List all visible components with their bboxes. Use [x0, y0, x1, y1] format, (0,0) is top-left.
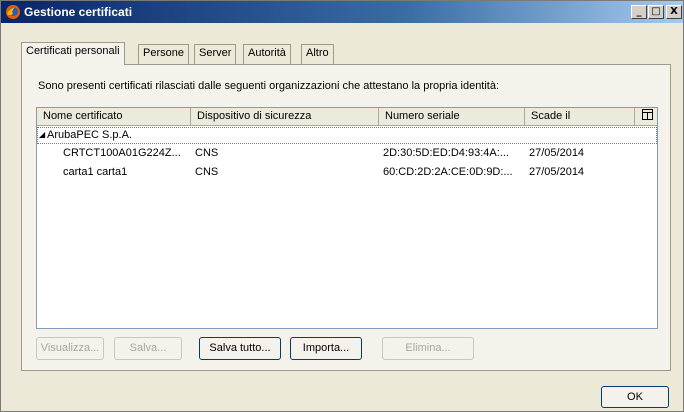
tab-panel: Sono presenti certificati rilasciati dal…: [21, 64, 671, 371]
tab-authorities[interactable]: Autorità: [243, 44, 291, 64]
window-title: Gestione certificati: [24, 5, 133, 19]
expand-triangle-icon[interactable]: ◢: [39, 130, 45, 139]
cell-expires: 27/05/2014: [529, 166, 585, 178]
cell-name: carta1 carta1: [63, 166, 128, 178]
cell-name: CRTCT100A01G224Z...: [63, 147, 181, 159]
firefox-icon: [6, 5, 20, 19]
delete-button[interactable]: Elimina...: [382, 337, 474, 360]
column-header-serial[interactable]: Numero seriale: [379, 108, 525, 126]
description-text: Sono presenti certificati rilasciati dal…: [38, 80, 500, 92]
cell-device: CNS: [195, 147, 219, 159]
save-button[interactable]: Salva...: [114, 337, 182, 360]
group-label: ArubaPEC S.p.A.: [47, 129, 132, 141]
cell-serial: 60:CD:2D:2A:CE:0D:9D:...: [383, 166, 513, 178]
maximize-button[interactable]: □: [648, 5, 664, 19]
tree-group-row[interactable]: ◢ ArubaPEC S.p.A.: [37, 127, 657, 144]
title-bar[interactable]: Gestione certificati _ □ X: [1, 1, 683, 23]
view-button[interactable]: Visualizza...: [36, 337, 104, 360]
cell-device: CNS: [195, 166, 219, 178]
tab-personal-certificates[interactable]: Certificati personali: [21, 42, 125, 65]
column-header-expires[interactable]: Scade il: [525, 108, 635, 126]
import-button[interactable]: Importa...: [290, 337, 362, 360]
column-header-row: Nome certificato Dispositivo di sicurezz…: [37, 108, 657, 126]
cell-serial: 2D:30:5D:ED:D4:93:4A:...: [383, 147, 509, 159]
certificate-manager-window: Gestione certificati _ □ X Certificati p…: [0, 0, 684, 412]
column-picker-icon[interactable]: [637, 108, 657, 126]
save-all-button[interactable]: Salva tutto...: [199, 337, 281, 360]
table-row[interactable]: carta1 carta1 CNS 60:CD:2D:2A:CE:0D:9D:.…: [37, 165, 657, 182]
certificate-tree[interactable]: Nome certificato Dispositivo di sicurezz…: [36, 107, 658, 329]
column-header-device[interactable]: Dispositivo di sicurezza: [191, 108, 379, 126]
ok-button[interactable]: OK: [601, 386, 669, 408]
close-button[interactable]: X: [666, 5, 682, 19]
column-header-name[interactable]: Nome certificato: [37, 108, 191, 126]
table-row[interactable]: CRTCT100A01G224Z... CNS 2D:30:5D:ED:D4:9…: [37, 146, 657, 163]
cell-expires: 27/05/2014: [529, 147, 585, 159]
tab-people[interactable]: Persone: [138, 44, 189, 64]
minimize-button[interactable]: _: [631, 5, 647, 19]
tab-other[interactable]: Altro: [301, 44, 334, 64]
tab-server[interactable]: Server: [194, 44, 237, 64]
